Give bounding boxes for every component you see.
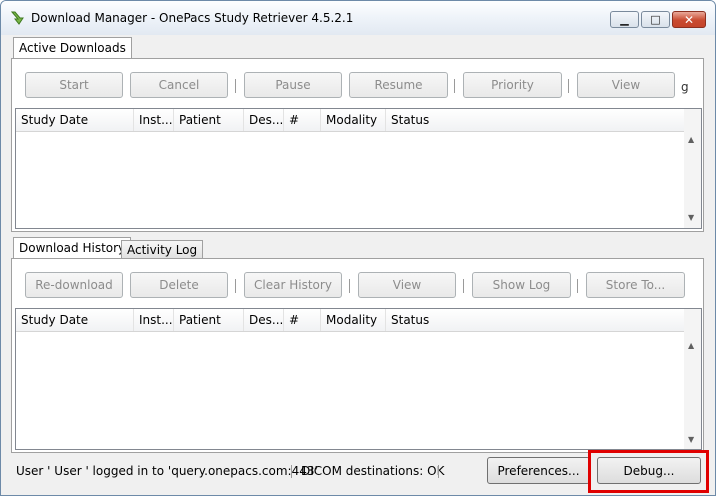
delete-button[interactable]: Delete (130, 272, 228, 298)
active-downloads-panel: Start Cancel Pause Resume Priority View … (11, 58, 704, 232)
toolbar-separator (577, 279, 578, 293)
view-history-button[interactable]: View (358, 272, 456, 298)
cancel-button[interactable]: Cancel (130, 72, 228, 98)
debug-highlight-box (588, 450, 709, 493)
status-separator (438, 465, 439, 478)
scroll-up-icon[interactable]: ▲ (688, 341, 694, 350)
vertical-scrollbar[interactable]: ▲ ▼ (684, 109, 701, 228)
download-history-panel: Re-download Delete Clear History View Sh… (11, 258, 704, 453)
minimize-button[interactable]: ▁ (610, 11, 639, 28)
toolbar-separator (235, 79, 236, 93)
column-study-date[interactable]: Study Date (16, 309, 134, 331)
window-title: Download Manager - OnePacs Study Retriev… (31, 11, 354, 25)
status-separator (291, 465, 292, 478)
redownload-button[interactable]: Re-download (25, 272, 123, 298)
download-arrow-icon (9, 10, 25, 26)
scroll-down-icon[interactable]: ▼ (688, 435, 694, 444)
show-log-button[interactable]: Show Log (472, 272, 571, 298)
column-institution[interactable]: Inst... (134, 309, 174, 331)
active-downloads-grid[interactable]: Study Date Inst... Patient Des... # Moda… (15, 108, 702, 229)
column-study-date[interactable]: Study Date (16, 109, 134, 131)
preferences-button[interactable]: Preferences... (487, 457, 590, 484)
dicom-status: DICOM destinations: OK (301, 464, 445, 478)
toolbar-separator (349, 279, 350, 293)
maximize-icon: □ (650, 13, 661, 26)
column-status[interactable]: Status (386, 109, 684, 131)
minimize-icon: ▁ (620, 13, 629, 26)
start-button[interactable]: Start (25, 72, 123, 98)
tab-active-downloads[interactable]: Active Downloads (13, 37, 132, 59)
history-tabbar: Download History Activity Log (13, 237, 213, 259)
tab-download-history[interactable]: Download History (13, 237, 132, 259)
column-modality[interactable]: Modality (321, 109, 386, 131)
store-to-button[interactable]: Store To... (586, 272, 685, 298)
clear-history-button[interactable]: Clear History (244, 272, 342, 298)
toolbar-separator (454, 79, 455, 93)
toolbar-trailing-text: g (681, 80, 689, 94)
column-description[interactable]: Des... (244, 109, 284, 131)
close-icon: ✕ (683, 12, 695, 27)
column-status[interactable]: Status (386, 309, 684, 331)
column-modality[interactable]: Modality (321, 309, 386, 331)
priority-button[interactable]: Priority (463, 72, 562, 98)
toolbar-separator (568, 79, 569, 93)
column-description[interactable]: Des... (244, 309, 284, 331)
grid-header: Study Date Inst... Patient Des... # Moda… (16, 109, 684, 132)
column-number[interactable]: # (284, 109, 321, 131)
column-patient[interactable]: Patient (174, 109, 244, 131)
vertical-scrollbar[interactable]: ▲ ▼ (684, 309, 701, 449)
tab-activity-log[interactable]: Activity Log (121, 240, 204, 259)
toolbar-separator (235, 279, 236, 293)
scroll-up-icon[interactable]: ▲ (688, 135, 694, 144)
column-number[interactable]: # (284, 309, 321, 331)
toolbar-separator (463, 279, 464, 293)
download-manager-window: Download Manager - OnePacs Study Retriev… (0, 0, 716, 496)
login-status: User ' User ' logged in to 'query.onepac… (16, 464, 318, 478)
download-history-grid[interactable]: Study Date Inst... Patient Des... # Moda… (15, 308, 702, 450)
title-bar[interactable]: Download Manager - OnePacs Study Retriev… (1, 1, 715, 35)
active-tabbar: Active Downloads (13, 37, 133, 59)
view-button[interactable]: View (577, 72, 675, 98)
column-patient[interactable]: Patient (174, 309, 244, 331)
grid-header: Study Date Inst... Patient Des... # Moda… (16, 309, 684, 332)
scroll-down-icon[interactable]: ▼ (688, 213, 694, 222)
resume-button[interactable]: Resume (349, 72, 448, 98)
close-button[interactable]: ✕ (672, 11, 706, 28)
pause-button[interactable]: Pause (244, 72, 342, 98)
column-institution[interactable]: Inst... (134, 109, 174, 131)
maximize-button[interactable]: □ (641, 11, 670, 28)
